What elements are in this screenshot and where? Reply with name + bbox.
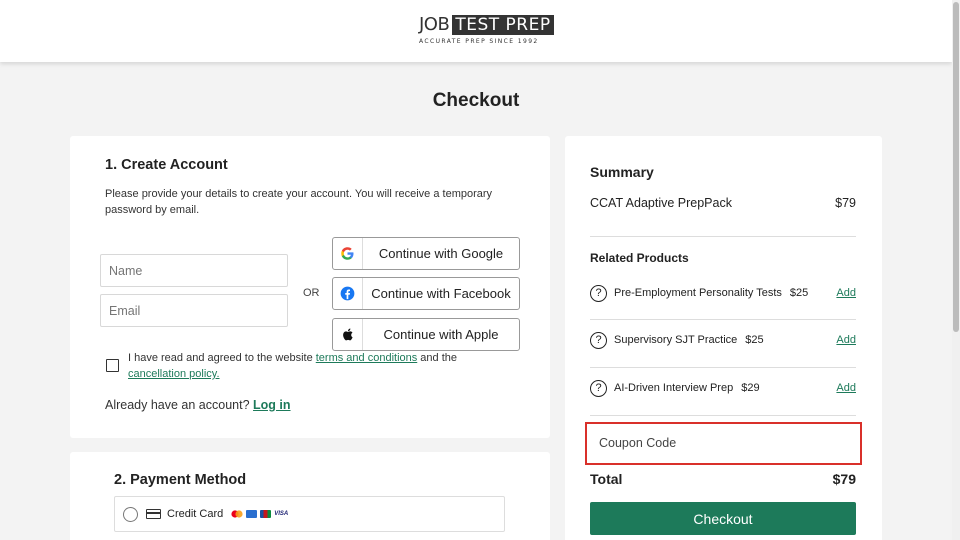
payment-method-title: 2. Payment Method <box>114 472 247 488</box>
jobtestprep-logo[interactable]: JOB TEST PREP ACCURATE PREP SINCE 1992 <box>419 15 554 47</box>
add-related-product-link[interactable]: Add <box>836 382 856 394</box>
facebook-icon <box>333 278 363 309</box>
login-link[interactable]: Log in <box>253 398 291 412</box>
create-account-title: 1. Create Account <box>105 157 228 173</box>
create-account-description: Please provide your details to create yo… <box>105 188 493 216</box>
related-product-name: AI-Driven Interview Prep <box>614 382 734 394</box>
help-icon[interactable]: ? <box>590 331 607 349</box>
credit-card-option[interactable]: Credit Card VISA <box>114 496 505 532</box>
divider <box>590 319 856 320</box>
google-button-label: Continue with Google <box>378 246 504 261</box>
credit-card-radio[interactable] <box>123 506 138 522</box>
continue-with-google-button[interactable]: Continue with Google <box>332 237 520 270</box>
cancellation-policy-link[interactable]: cancellation policy. <box>128 368 220 380</box>
payment-method-card: 2. Payment Method Credit Card VISA <box>70 452 550 540</box>
or-separator: OR <box>303 287 320 299</box>
divider <box>590 415 856 416</box>
credit-card-icon <box>146 509 161 519</box>
divider <box>590 367 856 368</box>
jcb-icon <box>260 510 272 518</box>
continue-with-facebook-button[interactable]: Continue with Facebook <box>332 277 520 310</box>
visa-icon: VISA <box>274 511 289 517</box>
terms-link[interactable]: terms and conditions <box>316 352 418 364</box>
scrollbar[interactable] <box>952 0 960 540</box>
divider <box>590 236 856 237</box>
credit-card-label: Credit Card <box>167 508 224 520</box>
help-icon[interactable]: ? <box>590 379 607 397</box>
related-product-price: $29 <box>741 382 760 394</box>
facebook-button-label: Continue with Facebook <box>371 286 511 301</box>
help-icon[interactable]: ? <box>590 284 607 302</box>
total-value: $79 <box>832 471 856 487</box>
email-input[interactable] <box>100 294 288 327</box>
related-product-price: $25 <box>789 287 809 299</box>
login-prompt: Already have an account? Log in <box>105 398 291 412</box>
google-icon <box>333 238 363 269</box>
related-product-name: Pre-Employment Personality Tests <box>614 287 782 299</box>
top-bar: JOB TEST PREP ACCURATE PREP SINCE 1992 <box>0 0 952 62</box>
already-account-text: Already have an account? <box>105 398 254 412</box>
apple-button-label: Continue with Apple <box>383 327 499 342</box>
related-product-name: Supervisory SJT Practice <box>614 334 738 346</box>
terms-agreement-text: I have read and agreed to the website te… <box>128 350 508 382</box>
related-product-price: $25 <box>745 334 764 346</box>
mastercard-icon <box>231 510 243 518</box>
summary-title: Summary <box>590 164 654 180</box>
agree-middle: and the <box>417 352 458 364</box>
summary-product-name: CCAT Adaptive PrepPack <box>590 196 732 210</box>
related-product-item: ? Pre-Employment Personality Tests $25 A… <box>590 283 856 303</box>
scrollbar-thumb[interactable] <box>953 2 959 332</box>
total-label: Total <box>590 471 623 487</box>
amex-icon <box>246 510 258 518</box>
summary-product-price: $79 <box>835 196 856 210</box>
terms-checkbox[interactable] <box>106 359 119 372</box>
page-title: Checkout <box>432 90 520 111</box>
order-summary-card: Summary CCAT Adaptive PrepPack $79 Relat… <box>565 136 882 540</box>
agree-prefix: I have read and agreed to the website <box>128 352 316 364</box>
add-related-product-link[interactable]: Add <box>836 334 856 346</box>
related-product-item: ? AI-Driven Interview Prep $29 Add <box>590 378 856 398</box>
related-products-title: Related Products <box>590 251 689 265</box>
name-input[interactable] <box>100 254 288 287</box>
checkout-button[interactable]: Checkout <box>590 502 856 535</box>
logo-job-text: JOB <box>419 14 450 35</box>
continue-with-apple-button[interactable]: Continue with Apple <box>332 318 520 351</box>
coupon-code-input[interactable]: Coupon Code <box>585 422 862 465</box>
related-product-item: ? Supervisory SJT Practice $25 Add <box>590 330 856 350</box>
apple-icon <box>333 319 363 350</box>
add-related-product-link[interactable]: Add <box>836 287 856 299</box>
logo-tagline: ACCURATE PREP SINCE 1992 <box>419 38 539 45</box>
logo-testprep-text: TEST PREP <box>452 15 554 35</box>
create-account-card: 1. Create Account Please provide your de… <box>70 136 550 438</box>
card-brands: VISA <box>231 510 288 518</box>
